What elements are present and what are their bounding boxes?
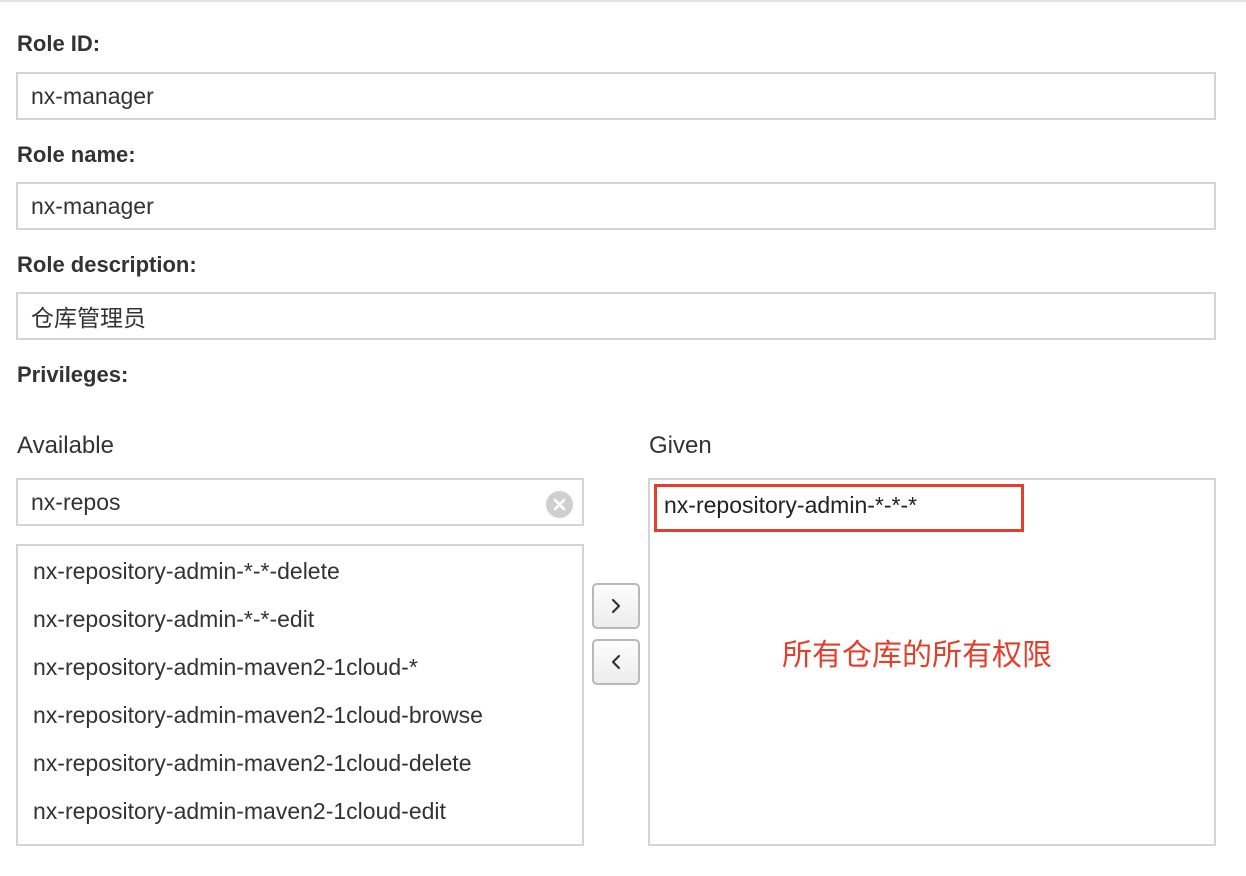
list-item[interactable]: nx-repository-admin-maven2-1cloud-edit: [33, 798, 446, 825]
role-description-input[interactable]: [16, 292, 1216, 340]
list-item[interactable]: nx-repository-admin-*-*-delete: [33, 558, 340, 585]
role-name-input[interactable]: [16, 182, 1216, 230]
given-list-item[interactable]: nx-repository-admin-*-*-*: [664, 492, 917, 519]
list-item[interactable]: nx-repository-admin-maven2-1cloud-*: [33, 654, 418, 681]
clear-x-glyph: [553, 498, 566, 511]
list-item[interactable]: nx-repository-admin-*-*-edit: [33, 606, 314, 633]
role-edit-form: Role ID: Role name: Role description: Pr…: [0, 0, 1246, 876]
given-heading: Given: [649, 432, 712, 459]
role-id-input[interactable]: [16, 72, 1216, 120]
remove-privilege-button[interactable]: [592, 639, 640, 685]
list-item[interactable]: nx-repository-admin-maven2-1cloud-delete: [33, 750, 471, 777]
available-filter: [16, 478, 584, 526]
role-name-label: Role name:: [17, 142, 136, 167]
role-description-label: Role description:: [17, 252, 197, 277]
available-heading: Available: [17, 432, 114, 459]
top-divider: [0, 0, 1246, 2]
privileges-label: Privileges:: [17, 362, 129, 387]
available-filter-input[interactable]: [18, 480, 538, 524]
chevron-right-icon: [611, 598, 621, 614]
role-id-label: Role ID:: [17, 31, 101, 56]
available-privileges-list[interactable]: nx-repository-admin-*-*-delete nx-reposi…: [16, 544, 584, 846]
add-privilege-button[interactable]: [592, 583, 640, 629]
annotation-text: 所有仓库的所有权限: [782, 638, 1052, 673]
chevron-left-icon: [611, 654, 621, 670]
given-privileges-list[interactable]: nx-repository-admin-*-*-* 所有仓库的所有权限: [648, 478, 1216, 846]
list-item[interactable]: nx-repository-admin-maven2-1cloud-browse: [33, 702, 483, 729]
clear-circle-icon[interactable]: [546, 491, 573, 518]
